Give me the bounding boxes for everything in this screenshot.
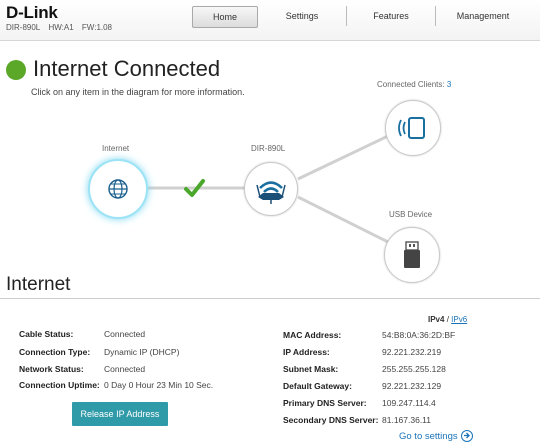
ip-version-switch: IPv4 / IPv6 bbox=[428, 315, 467, 324]
arrow-right-circle-icon[interactable] bbox=[461, 430, 473, 442]
usb-drive-icon bbox=[404, 241, 420, 268]
tab-management[interactable]: Management bbox=[436, 6, 530, 26]
info-key: MAC Address: bbox=[283, 330, 342, 340]
tablet-wireless-icon bbox=[398, 117, 425, 139]
router-icon bbox=[256, 181, 286, 204]
info-value: 92.221.232.129 bbox=[382, 381, 442, 391]
release-ip-button[interactable]: Release IP Address bbox=[72, 402, 168, 426]
brand: D-Link DIR-890L HW:A1 FW:1.08 bbox=[6, 4, 118, 32]
info-key: Network Status: bbox=[19, 364, 84, 374]
main-nav: Home Settings Features Management bbox=[192, 6, 530, 28]
info-key: Connection Type: bbox=[19, 347, 91, 357]
tab-home[interactable]: Home bbox=[192, 6, 258, 28]
network-diagram: Internet DIR-890L Connected Clients: 3 U… bbox=[0, 70, 540, 290]
info-key: IP Address: bbox=[283, 347, 330, 357]
info-value: 255.255.255.128 bbox=[382, 364, 446, 374]
firmware-version: FW:1.08 bbox=[81, 23, 113, 32]
clients-label-text: Connected Clients: bbox=[377, 80, 445, 89]
internet-label: Internet bbox=[102, 144, 130, 153]
info-value: 0 Day 0 Hour 23 Min 10 Sec. bbox=[104, 380, 214, 390]
info-key: Default Gateway: bbox=[283, 381, 352, 391]
section-divider bbox=[0, 298, 540, 299]
usb-link-line bbox=[297, 195, 389, 244]
clients-label: Connected Clients: 3 bbox=[377, 80, 451, 89]
clients-count: 3 bbox=[446, 80, 452, 89]
tab-features[interactable]: Features bbox=[347, 6, 436, 26]
ipv6-tab[interactable]: IPv6 bbox=[451, 315, 467, 324]
go-to-settings-link[interactable]: Go to settings bbox=[399, 431, 458, 442]
info-value: 109.247.114.4 bbox=[382, 398, 436, 408]
usb-label: USB Device bbox=[389, 210, 433, 219]
info-value: 92.221.232.219 bbox=[382, 347, 442, 357]
usb-device-node[interactable] bbox=[384, 227, 440, 283]
ipv4-tab[interactable]: IPv4 bbox=[428, 315, 444, 324]
internet-node[interactable] bbox=[88, 159, 148, 219]
hardware-version: HW:A1 bbox=[48, 23, 74, 32]
top-header: D-Link DIR-890L HW:A1 FW:1.08 Home Setti… bbox=[0, 0, 540, 41]
router-label: DIR-890L bbox=[251, 144, 286, 153]
info-value: Connected bbox=[104, 329, 146, 339]
info-key: Cable Status: bbox=[19, 329, 74, 339]
dlink-logo: D-Link bbox=[6, 3, 58, 22]
info-value: 54:B8:0A:36:2D:BF bbox=[382, 330, 456, 340]
info-value: Connected bbox=[104, 364, 146, 374]
info-value: 81.167.36.11 bbox=[382, 415, 431, 425]
model-name: DIR-890L bbox=[6, 23, 41, 32]
tab-settings[interactable]: Settings bbox=[258, 6, 347, 26]
globe-icon bbox=[108, 179, 128, 199]
arrow-right-glyph bbox=[464, 432, 470, 439]
router-node[interactable] bbox=[244, 162, 298, 216]
ip-version-separator: / bbox=[446, 315, 449, 324]
info-key: Primary DNS Server: bbox=[283, 398, 367, 408]
section-title: Internet bbox=[6, 274, 71, 295]
clients-link-line bbox=[297, 134, 389, 181]
connected-clients-node[interactable] bbox=[385, 100, 441, 156]
info-value: Dynamic IP (DHCP) bbox=[104, 347, 180, 357]
device-info: DIR-890L HW:A1 FW:1.08 bbox=[6, 23, 118, 32]
info-key: Connection Uptime: bbox=[19, 380, 100, 390]
info-key: Subnet Mask: bbox=[283, 364, 339, 374]
info-key: Secondary DNS Server: bbox=[283, 415, 379, 425]
